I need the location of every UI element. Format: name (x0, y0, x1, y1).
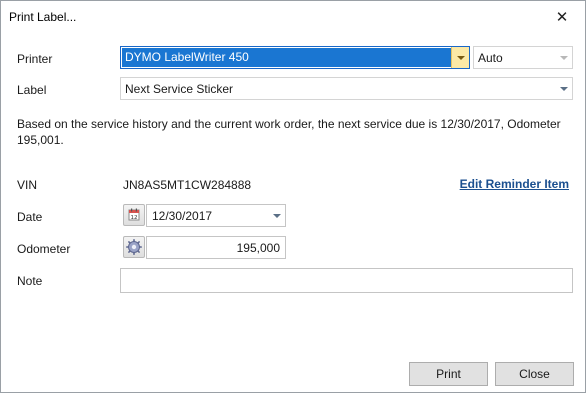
label-dropdown-button[interactable] (555, 78, 572, 99)
printer-value: DYMO LabelWriter 450 (125, 50, 249, 64)
note-label: Note (17, 274, 43, 288)
print-button[interactable]: Print (409, 362, 488, 386)
odometer-label: Odometer (17, 242, 71, 256)
vin-value: JN8AS5MT1CW284888 (123, 178, 252, 192)
print-label-dialog: Print Label... ✕ Printer DYMO LabelWrite… (0, 0, 586, 393)
odometer-field[interactable]: 195,000 (146, 236, 286, 259)
tray-value: Auto (478, 51, 503, 65)
date-value: 12/30/2017 (152, 209, 213, 223)
gear-icon (125, 238, 143, 256)
chevron-down-icon (559, 86, 568, 91)
printer-select[interactable]: DYMO LabelWriter 450 (120, 46, 470, 69)
svg-text:12: 12 (131, 215, 138, 221)
label-value: Next Service Sticker (125, 82, 234, 96)
label-label: Label (17, 83, 47, 97)
date-field[interactable]: 12/30/2017 (146, 204, 286, 227)
calendar-icon: 12 (128, 208, 140, 221)
odometer-button[interactable] (123, 236, 145, 258)
vin-label: VIN (17, 178, 38, 192)
label-select[interactable]: Next Service Sticker (120, 77, 573, 100)
title-bar: Print Label... ✕ (1, 1, 585, 32)
chevron-down-icon (273, 213, 281, 218)
calendar-button[interactable]: 12 (123, 204, 145, 226)
window-title: Print Label... (9, 10, 77, 24)
date-label: Date (17, 210, 43, 224)
note-field[interactable] (120, 268, 573, 293)
service-description: Based on the service history and the cur… (17, 117, 561, 147)
printer-label: Printer (17, 52, 53, 66)
chevron-down-icon (559, 55, 568, 60)
tray-dropdown-button[interactable] (555, 47, 572, 68)
printer-dropdown-button[interactable] (451, 47, 469, 68)
printer-tray-select[interactable]: Auto (473, 46, 573, 69)
date-dropdown-button[interactable] (269, 205, 285, 226)
odometer-value: 195,000 (236, 241, 280, 255)
close-button[interactable]: Close (495, 362, 574, 386)
chevron-down-icon (456, 55, 465, 60)
close-icon[interactable]: ✕ (539, 1, 585, 32)
edit-reminder-link[interactable]: Edit Reminder Item (460, 177, 569, 191)
